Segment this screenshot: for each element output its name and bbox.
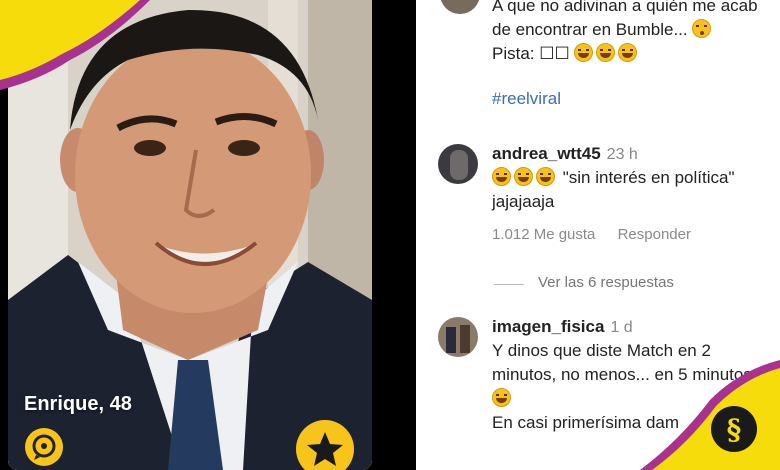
corner-decoration (640, 360, 780, 470)
star-icon (307, 432, 343, 466)
rofl-emoji-icon (492, 388, 511, 407)
comment-likes[interactable]: 1.012 Me gusta (492, 226, 595, 243)
caption-line-3: Pista: ☐☐ (492, 44, 570, 63)
comment-time: 23 h (606, 146, 638, 163)
caption-line-1: A que no adivinan a quién me acab (492, 0, 758, 15)
joy-emoji-icon (536, 167, 555, 186)
superswipe-button[interactable] (296, 420, 354, 470)
chat-button[interactable] (25, 428, 63, 466)
reply-button[interactable]: Responder (618, 226, 691, 243)
corner-decoration (0, 0, 150, 90)
rofl-emoji-icon (574, 43, 594, 62)
poster-avatar[interactable] (440, 0, 480, 14)
joy-emoji-icon (492, 167, 511, 186)
hashtag-link[interactable]: #reelviral (492, 89, 561, 109)
profile-name-age: Enrique, 48 (24, 393, 132, 415)
comment-time: 1 d (610, 319, 633, 336)
rofl-emoji-icon (618, 43, 638, 62)
joy-emoji-icon (514, 167, 533, 186)
rofl-emoji-icon (596, 43, 616, 62)
commenter-avatar[interactable] (438, 144, 478, 184)
flushed-emoji-icon (692, 19, 712, 38)
brand-s-logo: § (711, 406, 757, 452)
post-caption: A que no adivinan a quién me acab de enc… (492, 0, 758, 66)
comment-username[interactable]: imagen_fisica (492, 317, 604, 336)
comment-username[interactable]: andrea_wtt45 (492, 144, 601, 163)
comments-panel: A que no adivinan a quién me acab de enc… (416, 0, 780, 470)
commenter-avatar[interactable] (438, 317, 478, 357)
view-replies-link[interactable]: Ver las 6 respuestas (538, 274, 674, 291)
comment-text-line-1: "sin interés en política" (562, 168, 735, 187)
replies-divider (494, 284, 524, 285)
comment-text-line-2: jajajaaja (492, 192, 555, 211)
profile-panel: Enrique, 48 (0, 0, 416, 470)
caption-line-2: de encontrar en Bumble... (492, 20, 688, 39)
chat-bubble-icon (32, 434, 56, 460)
